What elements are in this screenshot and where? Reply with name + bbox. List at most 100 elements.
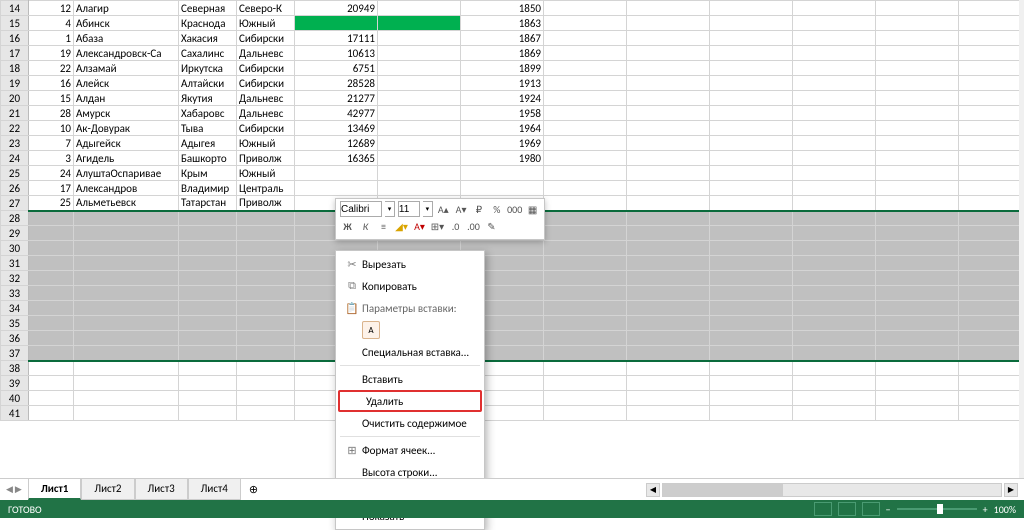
cell[interactable]: [627, 346, 710, 361]
row-header[interactable]: 30: [1, 241, 29, 256]
cell[interactable]: [710, 166, 793, 181]
cell[interactable]: [237, 256, 295, 271]
cell[interactable]: [378, 91, 461, 106]
ctx-copy[interactable]: ⧉Копировать: [336, 275, 484, 297]
cell[interactable]: [793, 301, 876, 316]
tab-nav-last[interactable]: ▶: [15, 484, 22, 495]
cell[interactable]: [710, 31, 793, 46]
cell[interactable]: [237, 301, 295, 316]
cell[interactable]: [544, 211, 627, 226]
cell[interactable]: [793, 226, 876, 241]
cell[interactable]: 13469: [295, 121, 378, 136]
cell[interactable]: [29, 316, 74, 331]
view-page-break-icon[interactable]: [862, 502, 880, 516]
cell[interactable]: [710, 136, 793, 151]
cell[interactable]: [876, 241, 959, 256]
cell[interactable]: [793, 316, 876, 331]
cell[interactable]: 1: [29, 31, 74, 46]
comma-style-icon[interactable]: 000: [507, 202, 522, 217]
cell[interactable]: [710, 91, 793, 106]
cell[interactable]: [710, 301, 793, 316]
cell[interactable]: [627, 361, 710, 376]
cell[interactable]: Приволж: [237, 196, 295, 211]
cell[interactable]: [627, 166, 710, 181]
cell[interactable]: [544, 31, 627, 46]
cell[interactable]: [876, 91, 959, 106]
cell[interactable]: [544, 121, 627, 136]
cell[interactable]: [237, 376, 295, 391]
cell[interactable]: [876, 181, 959, 196]
cell[interactable]: [793, 76, 876, 91]
cell[interactable]: 21277: [295, 91, 378, 106]
cell[interactable]: [710, 61, 793, 76]
cell[interactable]: [544, 16, 627, 31]
cell[interactable]: [793, 391, 876, 406]
row-header[interactable]: 25: [1, 166, 29, 181]
cell[interactable]: [29, 376, 74, 391]
cell[interactable]: [627, 196, 710, 211]
cell[interactable]: Централь: [237, 181, 295, 196]
cell[interactable]: [179, 241, 237, 256]
cell[interactable]: 4: [29, 16, 74, 31]
cell[interactable]: [544, 76, 627, 91]
cell[interactable]: [627, 391, 710, 406]
cell[interactable]: [378, 136, 461, 151]
cell[interactable]: Альметьевск: [74, 196, 179, 211]
cell[interactable]: [876, 46, 959, 61]
cell[interactable]: [179, 406, 237, 421]
row-header[interactable]: 28: [1, 211, 29, 226]
cell[interactable]: [959, 46, 1024, 61]
cell[interactable]: [876, 61, 959, 76]
cell[interactable]: [544, 406, 627, 421]
cell[interactable]: [544, 1, 627, 16]
cell[interactable]: [544, 331, 627, 346]
font-name-input[interactable]: [340, 201, 382, 217]
cell[interactable]: [179, 316, 237, 331]
cell[interactable]: 20949: [295, 1, 378, 16]
cell[interactable]: [627, 16, 710, 31]
cell[interactable]: [29, 241, 74, 256]
cell[interactable]: [627, 271, 710, 286]
font-name-dropdown[interactable]: ▾: [385, 201, 395, 217]
cell[interactable]: 28528: [295, 76, 378, 91]
row-header[interactable]: 18: [1, 61, 29, 76]
cell[interactable]: [959, 301, 1024, 316]
cell[interactable]: [793, 256, 876, 271]
cell[interactable]: [627, 46, 710, 61]
cell[interactable]: Северо-К: [237, 1, 295, 16]
cell[interactable]: [710, 391, 793, 406]
cell[interactable]: [378, 121, 461, 136]
cell[interactable]: [627, 376, 710, 391]
cell[interactable]: Крым: [179, 166, 237, 181]
cell[interactable]: [959, 211, 1024, 226]
cell[interactable]: [29, 256, 74, 271]
cell[interactable]: Дальневс: [237, 91, 295, 106]
cell[interactable]: 16: [29, 76, 74, 91]
cell[interactable]: [793, 151, 876, 166]
cell[interactable]: [179, 286, 237, 301]
cell[interactable]: [876, 166, 959, 181]
cell[interactable]: [710, 331, 793, 346]
cell[interactable]: Алзамай: [74, 61, 179, 76]
cell[interactable]: [710, 46, 793, 61]
cell[interactable]: [710, 16, 793, 31]
row-header[interactable]: 14: [1, 1, 29, 16]
cell[interactable]: 1867: [461, 31, 544, 46]
cell[interactable]: [179, 391, 237, 406]
row-header[interactable]: 32: [1, 271, 29, 286]
cell[interactable]: [959, 136, 1024, 151]
ctx-format-cells[interactable]: ⊞Формат ячеек...: [336, 439, 484, 461]
cell[interactable]: Сибирски: [237, 76, 295, 91]
cell[interactable]: [793, 106, 876, 121]
cell[interactable]: [544, 106, 627, 121]
cell[interactable]: [544, 271, 627, 286]
cell[interactable]: 10613: [295, 46, 378, 61]
cell[interactable]: [710, 256, 793, 271]
cell[interactable]: [295, 166, 378, 181]
row-header[interactable]: 26: [1, 181, 29, 196]
cell[interactable]: [793, 46, 876, 61]
cell[interactable]: 15: [29, 91, 74, 106]
cell[interactable]: [710, 106, 793, 121]
cell[interactable]: 22: [29, 61, 74, 76]
cell[interactable]: [876, 256, 959, 271]
